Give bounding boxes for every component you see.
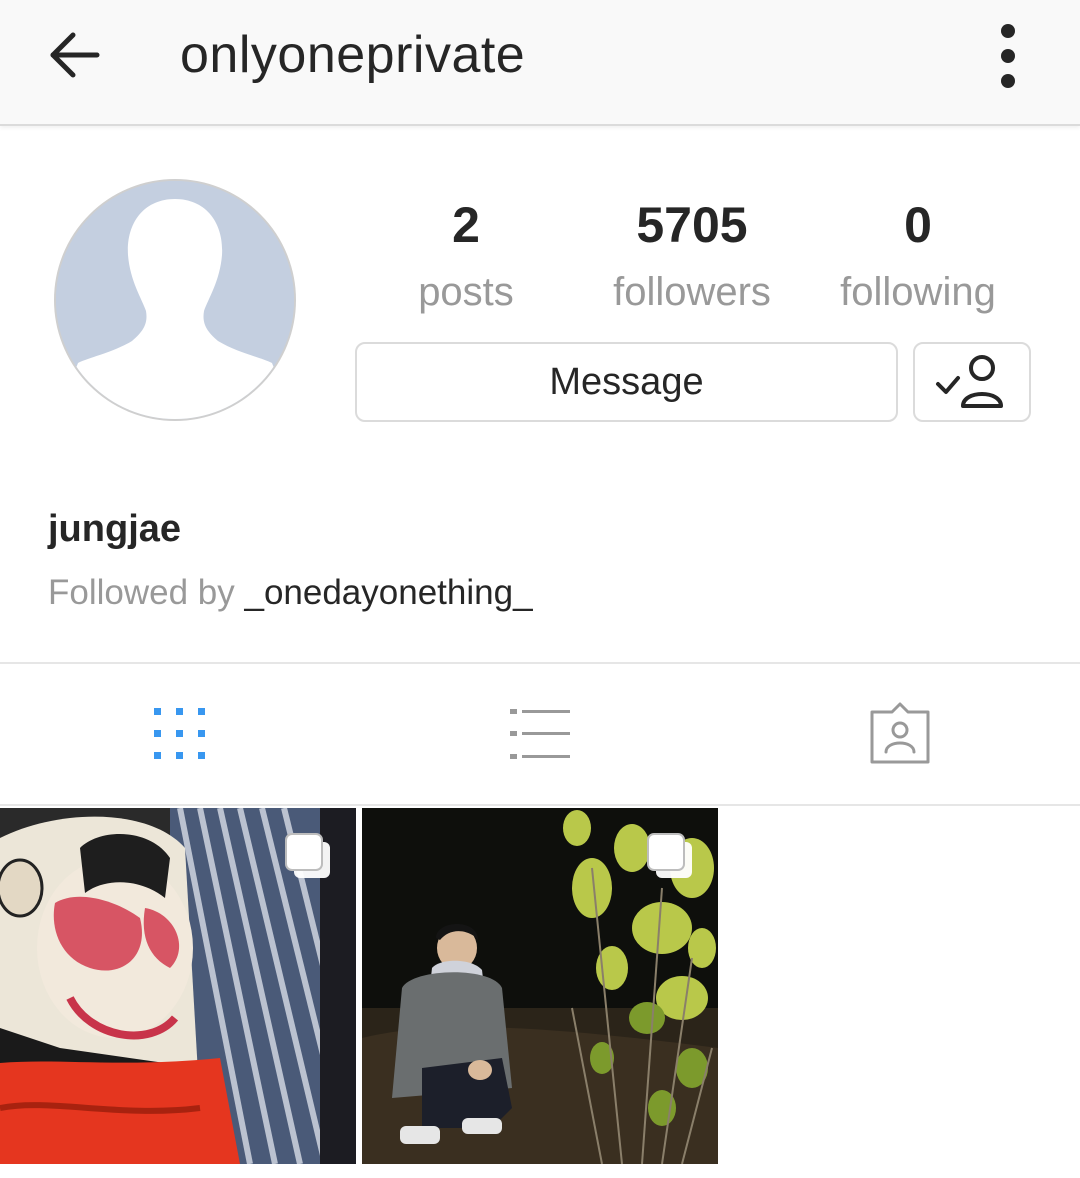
followed-by-user-link[interactable]: _onedayonething_ (244, 573, 532, 612)
list-icon (510, 709, 570, 759)
posts-label: posts (418, 270, 514, 314)
posts-number: 2 (452, 197, 480, 253)
following-number: 0 (904, 197, 932, 253)
posts-count[interactable]: 2 posts (366, 190, 566, 320)
followers-count[interactable]: 5705 followers (592, 190, 792, 320)
tab-list-view[interactable] (360, 664, 720, 804)
following-count[interactable]: 0 following (818, 190, 1018, 320)
followed-by-prefix: Followed by (48, 573, 245, 612)
arrow-left-icon (50, 32, 100, 78)
display-name: jungjae (48, 508, 182, 550)
post-thumbnail[interactable] (362, 808, 718, 1164)
user-check-icon (936, 355, 1003, 408)
message-button[interactable]: Message (355, 342, 898, 422)
default-avatar-icon (56, 181, 294, 419)
back-button[interactable] (40, 22, 106, 88)
tagged-icon (870, 702, 930, 764)
vertical-dots-icon (1001, 24, 1015, 38)
followers-number: 5705 (636, 197, 748, 253)
tab-tagged-photos[interactable] (720, 664, 1080, 804)
following-status-button[interactable] (913, 342, 1031, 422)
following-label: following (840, 270, 996, 314)
multiple-photos-icon (647, 833, 692, 878)
followers-label: followers (613, 270, 771, 314)
tab-grid-view[interactable] (0, 664, 360, 804)
post-thumbnail[interactable] (0, 808, 356, 1164)
dot (1001, 74, 1015, 88)
dot (1001, 49, 1015, 63)
profile-tab-bar (0, 662, 1080, 806)
avatar[interactable] (54, 179, 296, 421)
grid-icon (154, 708, 205, 759)
profile-username-title: onlyoneprivate (180, 26, 526, 84)
more-options-button[interactable] (984, 18, 1032, 94)
followed-by-line: Followed by _onedayonething_ (48, 570, 533, 616)
top-app-bar: onlyoneprivate (0, 0, 1080, 126)
multiple-photos-icon (285, 833, 330, 878)
